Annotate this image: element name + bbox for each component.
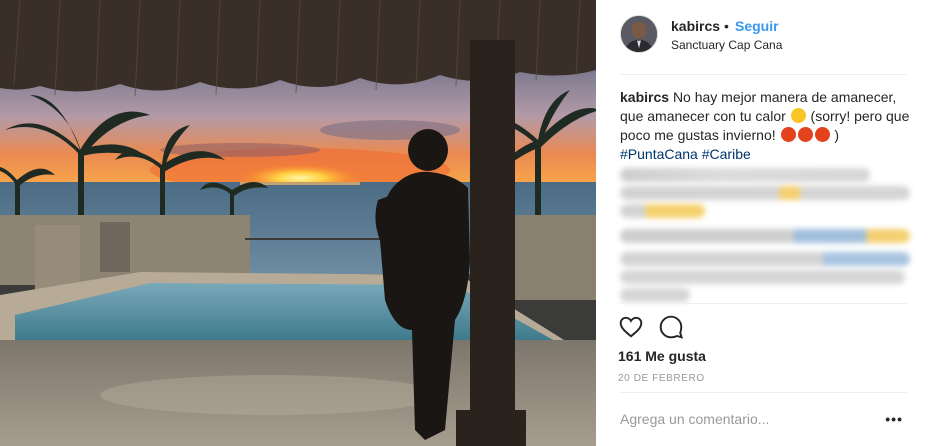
blurred-comment bbox=[620, 204, 705, 218]
caption-text-3: ) bbox=[834, 127, 840, 143]
angry-face-icon bbox=[814, 127, 830, 142]
hashtag-link[interactable]: #Caribe bbox=[702, 146, 751, 162]
blurred-comment bbox=[620, 270, 905, 284]
blurred-comment bbox=[620, 229, 910, 243]
add-comment-input[interactable]: Agrega un comentario... bbox=[620, 411, 769, 427]
location-link[interactable]: Sanctuary Cap Cana bbox=[671, 38, 782, 52]
caption-username[interactable]: kabircs bbox=[620, 89, 669, 105]
angry-face-icon bbox=[797, 127, 813, 142]
post-date: 20 DE FEBRERO bbox=[618, 373, 705, 384]
post-caption: kabircs No hay mejor manera de amanecer,… bbox=[620, 88, 910, 164]
username-link[interactable]: kabircs bbox=[671, 18, 720, 34]
divider bbox=[620, 74, 907, 75]
blurred-comment bbox=[620, 186, 910, 200]
heart-icon[interactable] bbox=[618, 314, 644, 340]
avatar[interactable] bbox=[620, 15, 658, 53]
angry-face-icon bbox=[780, 127, 796, 142]
sunset-pool-image bbox=[0, 0, 596, 446]
comment-icon[interactable] bbox=[658, 314, 684, 340]
blurred-comment bbox=[620, 252, 910, 266]
instagram-post: kabircs • Seguir Sanctuary Cap Cana kabi… bbox=[0, 0, 929, 446]
post-photo[interactable] bbox=[0, 0, 596, 446]
ellipsis-icon[interactable]: ••• bbox=[885, 411, 903, 427]
divider bbox=[620, 392, 907, 393]
avatar-image bbox=[621, 16, 657, 52]
hashtag-link[interactable]: #PuntaCana bbox=[620, 146, 698, 162]
follow-button[interactable]: Seguir bbox=[735, 18, 779, 34]
likes-count[interactable]: 161 Me gusta bbox=[618, 348, 706, 364]
smiling-face-icon bbox=[790, 108, 806, 123]
blurred-comment bbox=[620, 288, 690, 302]
separator-dot: • bbox=[724, 18, 729, 34]
post-header: kabircs • Seguir Sanctuary Cap Cana bbox=[596, 0, 929, 74]
divider bbox=[620, 303, 907, 304]
post-details-panel: kabircs • Seguir Sanctuary Cap Cana kabi… bbox=[596, 0, 929, 446]
blurred-comment bbox=[620, 168, 870, 182]
